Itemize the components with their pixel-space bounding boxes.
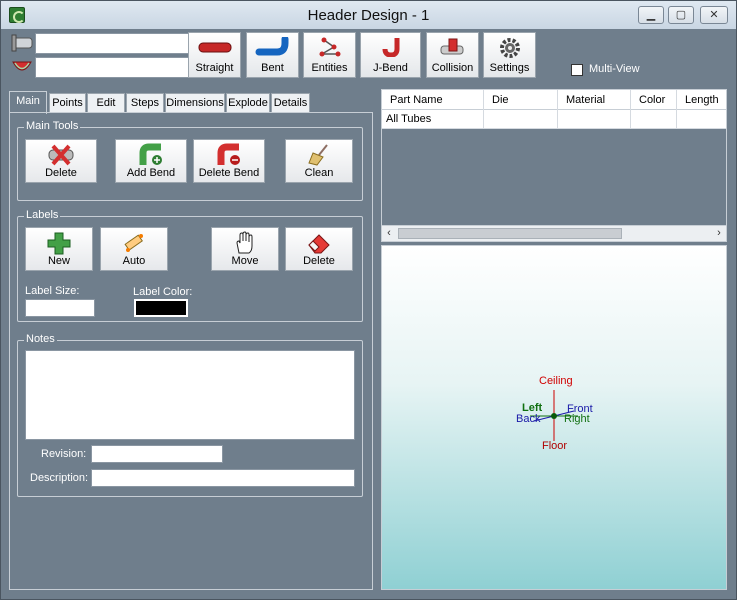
delete-label-button[interactable]: Delete [285,227,353,271]
clean-label: Clean [304,167,334,179]
main-tools-label: Main Tools [24,120,81,132]
grid-header: Part Name Die Material Color Length [382,90,726,110]
settings-button[interactable]: Settings [483,32,536,78]
column-header-material[interactable]: Material [558,90,631,110]
column-header-die[interactable]: Die [484,90,558,110]
j-bend-label: J-Bend [373,62,408,74]
window-title: Header Design - 1 [307,7,430,24]
cell-length[interactable] [677,110,726,129]
eraser-icon [305,231,333,255]
move-label: Move [231,255,259,267]
label-size-label: Label Size: [25,285,80,297]
multi-view-checkbox[interactable] [571,64,583,76]
column-header-part-name[interactable]: Part Name [382,90,484,110]
description-label: Description: [30,472,89,484]
revision-input[interactable] [91,445,223,463]
bent-button[interactable]: Bent [246,32,299,78]
delete-bend-label: Delete Bend [198,167,260,179]
label-color-swatch[interactable] [134,299,188,317]
straight-button[interactable]: Straight [188,32,241,78]
grid-horizontal-scrollbar[interactable]: ‹ › [382,225,726,241]
material-combo[interactable]: ▼ [35,57,210,78]
straight-tube-icon [197,37,233,57]
add-bend-button[interactable]: Add Bend [115,139,187,183]
tab-edit[interactable]: Edit [87,93,125,113]
collision-label: Collision [431,62,474,74]
collision-button[interactable]: Collision [426,32,479,78]
multi-view-label: Multi-View [589,63,640,75]
material-select-icon [10,56,34,76]
delete-button[interactable]: Delete [25,139,97,183]
move-label-button[interactable]: Move [211,227,279,271]
scroll-left-icon[interactable]: ‹ [382,226,396,241]
entities-button[interactable]: Entities [303,32,356,78]
cell-die[interactable] [484,110,558,129]
add-bend-label: Add Bend [126,167,176,179]
tab-main[interactable]: Main [9,91,47,114]
table-row[interactable]: All Tubes [382,110,726,129]
axis-right-label: Right [564,413,590,425]
clean-button[interactable]: Clean [285,139,353,183]
close-button[interactable]: ✕ [700,6,728,24]
axis-floor-label: Floor [542,440,568,452]
new-label: New [47,255,70,267]
description-input[interactable] [91,469,355,487]
auto-icon [120,231,148,255]
broom-icon [305,143,333,167]
tab-dimensions[interactable]: Dimensions [165,93,225,113]
gear-icon [492,37,528,58]
tab-details[interactable]: Details [271,93,310,113]
axis-back-label: Back [516,413,541,425]
labels-group-label: Labels [24,209,61,221]
revision-label: Revision: [41,448,87,460]
delete-tube-icon [47,143,75,167]
cell-material[interactable] [558,110,631,129]
tube-combo[interactable]: ▼ [35,33,210,54]
parts-grid: Part Name Die Material Color Length All … [381,89,727,242]
delete-label: Delete [303,255,335,267]
entities-label: Entities [311,62,348,74]
entities-icon [312,37,348,57]
minimize-button[interactable]: ▁ [638,6,664,24]
title-bar: Header Design - 1 ▁ ▢ ✕ [1,1,736,29]
bent-tube-icon [255,35,291,57]
delete-bend-button[interactable]: Delete Bend [193,139,265,183]
hand-icon [231,231,259,255]
tab-points[interactable]: Points [49,93,86,113]
straight-label: Straight [195,62,234,74]
bent-label: Bent [261,62,284,74]
3d-viewport[interactable]: Ceiling Left Back Front Right Floor [381,245,727,590]
notes-group-label: Notes [24,333,57,345]
app-window: Header Design - 1 ▁ ▢ ✕ ▼ ▼ Straight Ben… [0,0,737,600]
delete-bend-icon [215,143,243,167]
tab-explode[interactable]: Explode [226,93,270,113]
plus-icon [45,231,73,255]
add-bend-icon [137,143,165,167]
auto-label: Auto [122,255,146,267]
tube-select-icon [10,33,34,53]
j-bend-button[interactable]: J-Bend [360,32,421,78]
new-label-button[interactable]: New [25,227,93,271]
notes-textarea[interactable] [25,350,355,440]
maximize-button[interactable]: ▢ [668,6,694,24]
column-header-color[interactable]: Color [631,90,677,110]
tab-steps[interactable]: Steps [126,93,164,113]
axis-gizmo [530,390,578,441]
label-size-input[interactable] [25,299,95,317]
collision-icon [435,37,471,57]
label-color-label: Label Color: [133,286,193,298]
auto-label-button[interactable]: Auto [100,227,168,271]
scroll-thumb[interactable] [398,228,622,239]
j-bend-icon [373,37,409,58]
cell-part-name[interactable]: All Tubes [382,110,484,129]
settings-label: Settings [489,62,530,74]
column-header-length[interactable]: Length [677,90,726,110]
delete-label: Delete [45,167,77,179]
axis-ceiling-label: Ceiling [539,375,573,387]
scroll-right-icon[interactable]: › [712,226,726,241]
cell-color[interactable] [631,110,677,129]
